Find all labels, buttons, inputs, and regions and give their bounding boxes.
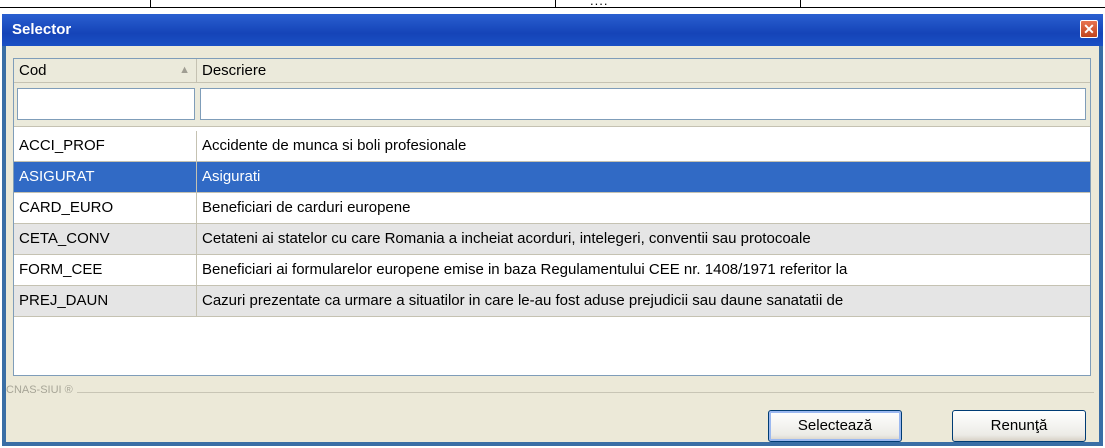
column-header-label: Cod (19, 62, 47, 79)
window-title: Selector (12, 21, 72, 38)
dialog-client-area: Cod ▲ Descriere ACCI_PROF Accidente de m… (6, 46, 1099, 442)
cell-cod: ACCI_PROF (14, 131, 197, 161)
cell-descriere: Asigurati (202, 168, 261, 185)
grid-header: Cod ▲ Descriere (14, 59, 1090, 83)
cell-cod: CETA_CONV (14, 224, 197, 254)
background-divider (0, 7, 1105, 8)
background-text-fragment: .... (590, 0, 609, 8)
cell-descriere: Cetateni ai statelor cu care Romania a i… (202, 230, 811, 247)
sort-ascending-icon: ▲ (179, 64, 190, 76)
cell-descriere: Cazuri prezentate ca urmare a situatilor… (202, 292, 844, 309)
filter-row (14, 83, 1090, 127)
filter-descriere-input[interactable] (200, 88, 1086, 120)
table-row[interactable]: CETA_CONV Cetateni ai statelor cu care R… (14, 224, 1090, 255)
cell-cod: ASIGURAT (14, 162, 197, 192)
cell-descriere: Beneficiari de carduri europene (202, 199, 411, 216)
title-bar[interactable]: Selector ✕ (2, 14, 1103, 46)
selector-dialog: Selector ✕ Cod ▲ Descriere ACCI_PROF Acc… (2, 14, 1103, 446)
cell-cod: FORM_CEE (14, 255, 197, 285)
table-row[interactable]: FORM_CEE Beneficiari ai formularelor eur… (14, 255, 1090, 286)
table-row[interactable]: PREJ_DAUN Cazuri prezentate ca urmare a … (14, 286, 1090, 317)
filter-cod-input[interactable] (17, 88, 195, 120)
table-row[interactable]: ACCI_PROF Accidente de munca si boli pro… (14, 131, 1090, 162)
groupbox-label: CNAS-SIUI ® (6, 384, 77, 396)
background-tick (555, 0, 556, 8)
select-button[interactable]: Selectează (768, 410, 902, 442)
table-row-selected[interactable]: ASIGURAT Asigurati (14, 162, 1090, 193)
cell-cod: PREJ_DAUN (14, 286, 197, 316)
column-header-descriere[interactable]: Descriere (197, 59, 1090, 82)
selector-grid[interactable]: Cod ▲ Descriere ACCI_PROF Accidente de m… (13, 58, 1091, 376)
column-header-cod[interactable]: Cod ▲ (14, 59, 197, 82)
groupbox-divider (26, 392, 1094, 393)
cancel-button[interactable]: Renunţă (952, 410, 1086, 442)
background-tick (150, 0, 151, 8)
cell-cod: CARD_EURO (14, 193, 197, 223)
background-tick (800, 0, 801, 8)
close-icon: ✕ (1083, 21, 1095, 37)
close-button[interactable]: ✕ (1080, 20, 1098, 38)
background-window-fragment: .... (0, 0, 1105, 12)
cell-descriere: Accidente de munca si boli profesionale (202, 137, 467, 154)
cell-descriere: Beneficiari ai formularelor europene emi… (202, 261, 848, 278)
column-header-label: Descriere (202, 62, 267, 79)
table-row[interactable]: CARD_EURO Beneficiari de carduri europen… (14, 193, 1090, 224)
